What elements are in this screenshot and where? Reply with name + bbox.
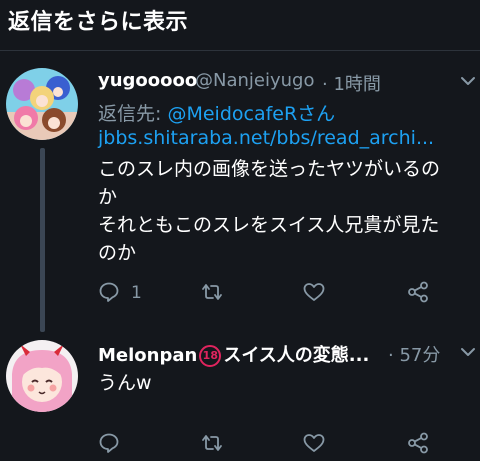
tweet2-reply-icon[interactable] bbox=[98, 432, 120, 454]
reply-prefix: 返信先: bbox=[98, 103, 168, 125]
tweet2-retweet-icon[interactable] bbox=[200, 432, 224, 454]
show-more-replies-title[interactable]: 返信をさらに表示 bbox=[8, 4, 188, 36]
tweet2-name-prefix: Melonpan bbox=[98, 345, 198, 366]
thread-connector-line bbox=[40, 148, 45, 332]
tweet1-reply-count: 1 bbox=[131, 283, 142, 303]
tweet1-text-line-1: このスレ内の画像を送ったヤツがいるの bbox=[98, 158, 441, 180]
avatar-yugooooo[interactable] bbox=[6, 68, 78, 140]
tweet2-like-heart-icon[interactable] bbox=[302, 432, 326, 454]
tweet1-display-name[interactable]: yugooooo bbox=[98, 70, 197, 91]
tweet1-retweet-icon[interactable] bbox=[200, 281, 224, 303]
tweet1-chevron-down-icon[interactable] bbox=[460, 76, 476, 86]
avatar-melonpan[interactable] bbox=[6, 340, 78, 412]
tweet1-text-line-3: それともこのスレをスイス人兄貴が見た bbox=[98, 214, 440, 236]
tweet2-chevron-down-icon[interactable] bbox=[460, 347, 476, 357]
tweet1-time[interactable]: · 1時間 bbox=[322, 70, 381, 96]
tweet1-reply-icon[interactable] bbox=[98, 281, 120, 303]
tweet1-handle[interactable]: @Nanjeiyugo bbox=[195, 70, 314, 91]
reply-to-link[interactable]: @MeidocafeRさん bbox=[167, 103, 335, 125]
tweet2-display-name[interactable]: Melonpan 18 スイス人の変態... bbox=[98, 341, 369, 367]
tweet1-reply-context: 返信先: @MeidocafeRさん bbox=[98, 99, 335, 126]
age-18-badge-icon: 18 bbox=[199, 345, 222, 367]
tweet1-share-icon[interactable] bbox=[406, 281, 430, 303]
tweet2-name-suffix: スイス人の変態... bbox=[223, 345, 370, 366]
header-bar: 返信をさらに表示 bbox=[0, 0, 480, 51]
tweet1-text-line-4: のか bbox=[98, 242, 137, 264]
tweet1-like-heart-icon[interactable] bbox=[302, 281, 326, 303]
tweet1-text-line-2: か bbox=[98, 186, 118, 208]
tweet2-share-icon[interactable] bbox=[406, 432, 430, 454]
tweet2-time[interactable]: · 57分 bbox=[388, 341, 440, 367]
tweet1-url-link[interactable]: jbbs.shitaraba.net/bbs/read_archi... bbox=[98, 127, 434, 149]
tweet2-text: うんw bbox=[98, 372, 152, 394]
